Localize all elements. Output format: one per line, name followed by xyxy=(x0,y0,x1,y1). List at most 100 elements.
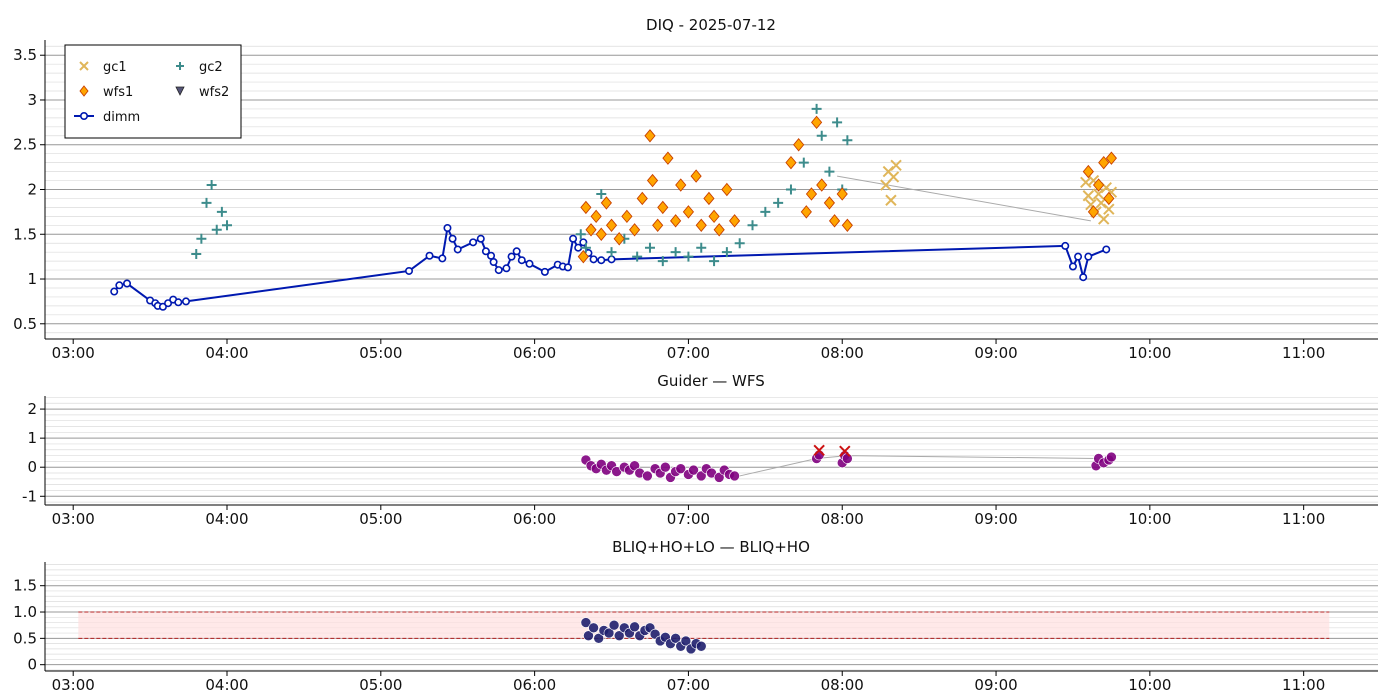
x-tick-label: 08:00 xyxy=(821,344,864,362)
y-tick-label: 0 xyxy=(27,656,37,674)
points-point xyxy=(660,461,671,473)
x-tick-label: 08:00 xyxy=(821,510,864,528)
panel-title: Guider — WFS xyxy=(657,372,764,390)
x-tick-label: 03:00 xyxy=(52,676,95,694)
legend: gc1 gc2 wfs1 wfs2 dimm xyxy=(64,44,242,139)
dimm-point xyxy=(123,279,132,288)
dimm-point xyxy=(110,287,119,296)
dimm-point xyxy=(453,245,462,254)
dimm-point xyxy=(512,247,521,256)
points-point xyxy=(695,640,707,652)
points-point xyxy=(642,470,653,482)
gc1-point xyxy=(1082,190,1095,202)
x-tick-label: 09:00 xyxy=(974,510,1017,528)
gc2-point xyxy=(683,251,694,262)
gc2-point xyxy=(222,220,233,231)
x-tick-label: 09:00 xyxy=(974,344,1017,362)
dimm-point xyxy=(574,243,583,252)
dimm-point xyxy=(589,255,598,264)
dimm-point xyxy=(1061,241,1070,250)
legend-label-gc1: gc1 xyxy=(103,60,127,75)
x-tick-label: 05:00 xyxy=(359,676,402,694)
y-tick-label: 2.5 xyxy=(13,136,37,154)
gc2-point xyxy=(606,247,617,258)
dimm-point xyxy=(443,223,452,232)
y-tick-label: 1 xyxy=(27,270,37,288)
dimm-point xyxy=(517,256,526,265)
gc2-point xyxy=(575,229,586,240)
x-tick-label: 09:00 xyxy=(974,676,1017,694)
wfs1-point xyxy=(841,218,853,233)
panel-title: DIQ - 2025-07-12 xyxy=(646,16,776,34)
dimm-point xyxy=(487,251,496,260)
gc2-point xyxy=(211,224,222,235)
x-tick-label: 07:00 xyxy=(667,676,710,694)
dimm-point xyxy=(469,238,478,247)
gc2-point xyxy=(816,130,827,141)
legend-label-wfs1: wfs1 xyxy=(103,85,133,100)
x-tick-label: 04:00 xyxy=(205,344,248,362)
x-tick-label: 11:00 xyxy=(1282,676,1325,694)
wfs1-point xyxy=(646,173,659,188)
x-tick-label: 10:00 xyxy=(1128,344,1171,362)
gc2-point xyxy=(773,197,784,208)
gc1-point xyxy=(1103,203,1115,215)
gc1-point xyxy=(1098,213,1110,225)
x-tick-label: 05:00 xyxy=(359,510,402,528)
y-tick-label: -1 xyxy=(22,487,37,505)
points-point xyxy=(629,621,640,633)
wfs1-point xyxy=(793,138,805,152)
dimm-point xyxy=(425,251,434,260)
wfs1-point xyxy=(595,227,607,241)
x-tick-label: 06:00 xyxy=(513,510,556,528)
dimm-point xyxy=(1074,252,1083,261)
gc2-point xyxy=(201,197,212,208)
x-tick-label: 10:00 xyxy=(1128,510,1171,528)
dimm-line xyxy=(113,224,1107,308)
wfs1-point xyxy=(652,218,664,233)
gc1-point xyxy=(885,194,897,206)
x-tick-label: 04:00 xyxy=(205,510,248,528)
dimm-point xyxy=(174,298,183,307)
gc2-point xyxy=(216,206,227,217)
dimm-point xyxy=(597,256,606,265)
y-tick-label: 1 xyxy=(27,429,37,447)
dimm-point xyxy=(540,267,549,276)
wfs1-point xyxy=(644,129,656,143)
gc2-point xyxy=(709,256,720,267)
panel-diq: DIQ - 2025-07-12 0.5 1 1.5 2 2.5 3 3.5 03:00 04:… xyxy=(13,16,1378,362)
gc2-point xyxy=(696,242,707,253)
gc2-point xyxy=(191,248,202,259)
panel-bliq: BLIQ+HO+LO — BLIQ+HO 0 0.5 1.0 1.5 03:00 04:0… xyxy=(13,538,1378,694)
dimm-point xyxy=(563,263,572,272)
figure: DIQ - 2025-07-12 0.5 1 1.5 2 2.5 3 3.5 03:00 04:… xyxy=(13,16,1378,694)
y-tick-label: 1.0 xyxy=(13,603,37,621)
gc2-point xyxy=(824,166,835,177)
gc2-point xyxy=(747,220,758,231)
legend-label-gc2: gc2 xyxy=(199,60,223,75)
gc2-point xyxy=(842,135,853,146)
dimm-point xyxy=(1102,245,1111,254)
dimm-point xyxy=(181,297,190,306)
dimm-point xyxy=(476,234,485,243)
gc2-point xyxy=(811,103,822,114)
gc2-point xyxy=(670,247,681,258)
gc1-point xyxy=(890,159,902,172)
legend-label-wfs2: wfs2 xyxy=(199,85,229,100)
dimm-point xyxy=(1079,273,1088,282)
panel-title: BLIQ+HO+LO — BLIQ+HO xyxy=(612,538,810,556)
x-tick-label: 11:00 xyxy=(1282,344,1325,362)
y-tick-label: 0.5 xyxy=(13,629,37,647)
dimm-point xyxy=(569,234,578,243)
points-point xyxy=(1106,451,1117,463)
y-tick-label: 2 xyxy=(27,181,37,199)
wfs1-point xyxy=(785,155,797,170)
wfs1-point xyxy=(1082,164,1094,179)
wfs1-point xyxy=(580,200,592,215)
dimm-point xyxy=(489,258,498,267)
points-point xyxy=(608,619,620,631)
dimm-point xyxy=(507,252,516,261)
y-tick-label: 0.5 xyxy=(13,315,37,333)
x-tick-label: 06:00 xyxy=(513,344,556,362)
dimm-point xyxy=(1068,262,1077,271)
